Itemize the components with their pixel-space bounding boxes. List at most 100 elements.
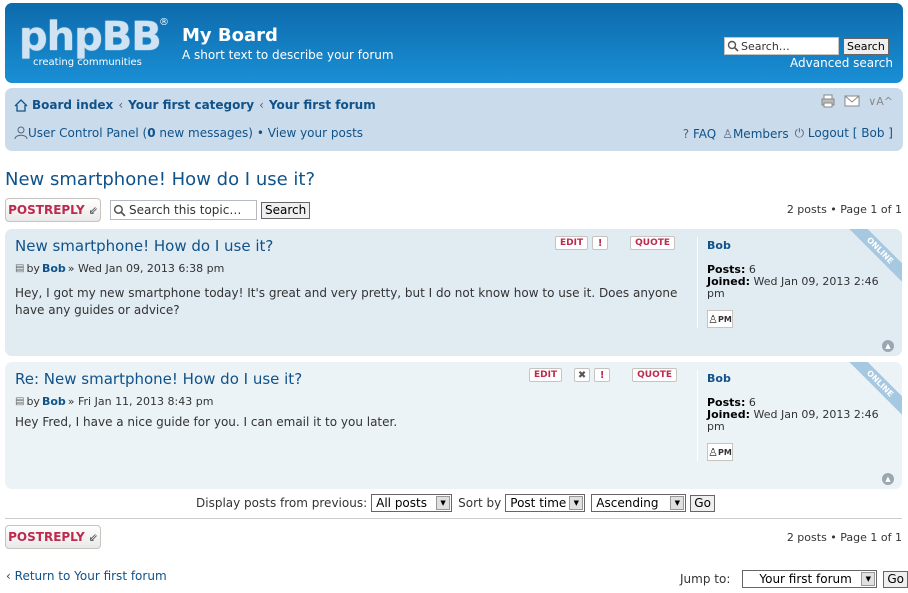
display-days-select[interactable]: All posts ▼ — [371, 494, 453, 512]
back-to-top-icon[interactable]: ▲ — [882, 473, 894, 485]
online-badge: ONLINE — [844, 229, 902, 287]
pm-button[interactable]: ♙ PM — [707, 310, 733, 328]
chevron-down-icon: ▼ — [569, 496, 584, 510]
site-description: A short text to describe your forum — [182, 48, 394, 62]
post-meta: ▤ by Bob » Wed Jan 09, 2013 6:38 pm — [15, 262, 224, 275]
pagination: 2 posts • Page 1 of 1 — [786, 203, 902, 216]
sort-key-value: Post time — [510, 496, 567, 510]
breadcrumb-separator: ‹ — [118, 98, 124, 112]
topic-search-button[interactable]: Search — [261, 202, 311, 219]
print-icon[interactable] — [820, 94, 836, 108]
report-button[interactable]: ! — [594, 368, 611, 382]
user-icon: ♙ — [708, 445, 719, 459]
edit-button[interactable]: EDIT — [555, 236, 589, 250]
home-icon — [14, 98, 28, 112]
search-icon — [113, 204, 126, 217]
chevron-down-icon: ▼ — [861, 572, 876, 586]
members-icon: ♙ — [722, 126, 733, 141]
edit-button[interactable]: EDIT — [529, 368, 563, 382]
post-reply-label: POSTREPLY — [8, 203, 85, 217]
post-date: » Fri Jan 11, 2013 8:43 pm — [67, 395, 214, 408]
faq-link[interactable]: ? FAQ — [683, 127, 716, 141]
warning-icon: ! — [599, 369, 605, 381]
display-options: Display posts from previous: All posts ▼… — [196, 494, 715, 512]
chevron-left-icon: ‹ — [6, 569, 11, 583]
user-icon: ♙ — [708, 312, 719, 326]
header-bar: phpBB ® creating communities My Board A … — [5, 3, 903, 83]
sort-key-select[interactable]: Post time ▼ — [505, 494, 586, 512]
jump-value: Your first forum — [759, 572, 852, 586]
ucp-link[interactable]: User Control Panel (0 new messages) — [28, 126, 253, 140]
go-button[interactable]: Go — [690, 494, 715, 512]
members-link[interactable]: ♙Members — [722, 127, 788, 141]
return-link[interactable]: ‹ Return to Your first forum — [6, 569, 167, 583]
post-content: Hey Fred, I have a nice guide for you. I… — [15, 415, 398, 429]
jump-go-button[interactable]: Go — [883, 570, 908, 588]
post-author[interactable]: Bob — [42, 262, 66, 275]
post: Re: New smartphone! How do I use it? EDI… — [5, 362, 902, 489]
post-icon: ▤ — [15, 263, 25, 274]
site-title[interactable]: My Board — [182, 25, 278, 46]
page-tools: ∨A^ — [820, 94, 893, 108]
breadcrumb-separator: ‹ — [259, 98, 264, 112]
post-reply-button[interactable]: POSTREPLY ⇙ — [5, 198, 101, 222]
online-badge: ONLINE — [844, 362, 902, 420]
help-icon: ? — [682, 126, 690, 141]
post-buttons: EDIT ! QUOTE — [555, 236, 676, 250]
post-subject[interactable]: New smartphone! How do I use it? — [15, 237, 273, 255]
breadcrumb-forum[interactable]: Your first forum — [269, 98, 376, 112]
report-button[interactable]: ! — [592, 236, 609, 250]
logout-link[interactable]: ⏻ Logout [ Bob ] — [795, 126, 893, 141]
post-by: by — [26, 262, 40, 275]
members-label: Members — [732, 126, 789, 141]
site-logo[interactable]: phpBB ® creating communities — [19, 15, 169, 73]
pm-label: PM — [718, 447, 732, 457]
email-icon[interactable] — [844, 95, 860, 107]
close-icon: ✖ — [577, 369, 587, 381]
quote-button[interactable]: QUOTE — [630, 236, 676, 250]
ucp-suffix: new messages) — [155, 126, 253, 140]
view-posts-link[interactable]: • View your posts — [257, 126, 363, 140]
reply-arrow-icon: ⇙ — [88, 530, 98, 544]
quote-button[interactable]: QUOTE — [632, 368, 678, 382]
breadcrumb-category[interactable]: Your first category — [128, 98, 254, 112]
page-title[interactable]: New smartphone! How do I use it? — [5, 169, 315, 190]
post-buttons: EDIT ✖ ! QUOTE — [529, 368, 678, 382]
pm-label: PM — [718, 314, 732, 324]
online-label: ONLINE — [847, 229, 902, 284]
post-date: » Wed Jan 09, 2013 6:38 pm — [67, 262, 225, 275]
jump-box: Jump to: Your first forum ▼ Go — [680, 570, 908, 588]
sort-label: Sort by — [458, 496, 502, 510]
faq-label: FAQ — [692, 126, 717, 141]
font-size-icon[interactable]: ∨A^ — [868, 95, 893, 108]
logo-text: phpBB — [19, 14, 162, 60]
sort-order-select[interactable]: Ascending ▼ — [591, 494, 687, 512]
topic-search-placeholder: Search this topic… — [129, 203, 242, 217]
return-label: Return to Your first forum — [14, 569, 167, 583]
post-reply-label: POSTREPLY — [8, 530, 85, 544]
sort-order-value: Ascending — [596, 496, 659, 510]
power-icon: ⏻ — [794, 126, 805, 140]
post-reply-button-bottom[interactable]: POSTREPLY ⇙ — [5, 525, 101, 549]
breadcrumb-board-index[interactable]: Board index — [32, 98, 113, 112]
logout-label: Logout [ Bob ] — [807, 126, 893, 140]
logo-tagline: creating communities — [33, 57, 142, 68]
message-count: 0 — [147, 126, 156, 140]
topic-search-input[interactable]: Search this topic… — [110, 200, 257, 220]
post-author[interactable]: Bob — [42, 395, 66, 408]
jump-select[interactable]: Your first forum ▼ — [742, 570, 878, 588]
online-label: ONLINE — [847, 362, 902, 417]
pm-button[interactable]: ♙ PM — [707, 443, 733, 461]
search-input[interactable]: Search… — [724, 37, 839, 55]
post-meta: ▤ by Bob » Fri Jan 11, 2013 8:43 pm — [15, 395, 213, 408]
divider — [5, 518, 902, 519]
chevron-down-icon: ▼ — [670, 496, 685, 510]
ucp-label: User Control Panel ( — [28, 126, 148, 140]
post-by: by — [26, 395, 40, 408]
delete-button[interactable]: ✖ — [574, 368, 591, 382]
post-subject[interactable]: Re: New smartphone! How do I use it? — [15, 370, 302, 388]
chevron-down-icon: ▼ — [436, 496, 451, 510]
search-button[interactable]: Search — [843, 38, 889, 55]
advanced-search-link[interactable]: Advanced search — [790, 56, 893, 70]
back-to-top-icon[interactable]: ▲ — [882, 340, 894, 352]
